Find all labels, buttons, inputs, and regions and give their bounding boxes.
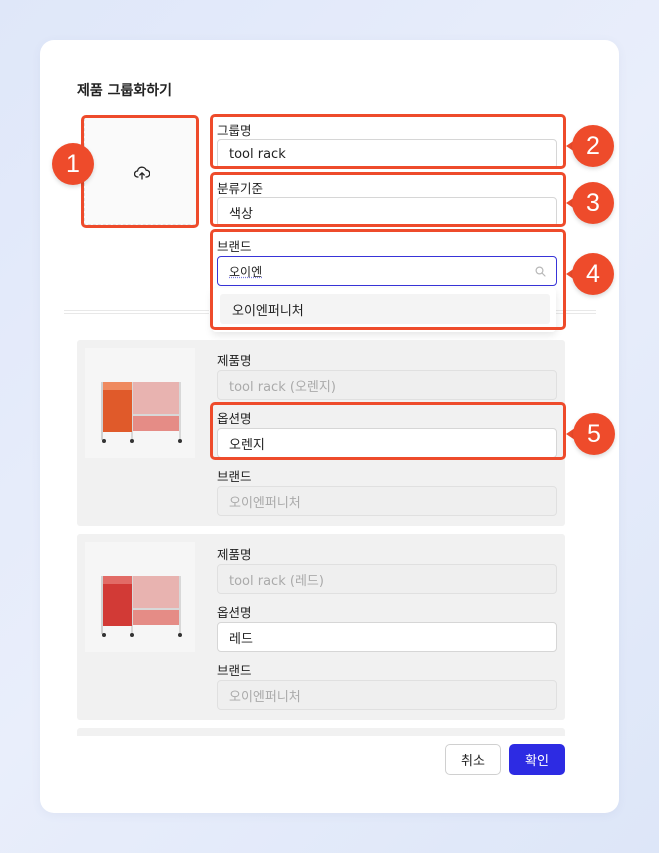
brand-label: 브랜드 — [217, 663, 252, 678]
search-icon — [535, 266, 546, 277]
group-name-input[interactable]: tool rack — [217, 139, 557, 169]
option-name-input[interactable]: 레드 — [217, 622, 557, 652]
divider — [556, 310, 596, 314]
image-upload-area[interactable] — [84, 116, 197, 225]
brand-value: 오이엔퍼니처 — [229, 689, 301, 705]
brand-suggestion-dropdown: 오이엔퍼니처 — [212, 288, 556, 332]
product-image — [85, 348, 195, 458]
cancel-button[interactable]: 취소 — [445, 744, 501, 775]
callout-badge-3: 3 — [572, 182, 614, 224]
callout-badge-1: 1 — [52, 143, 94, 185]
product-name-label: 제품명 — [217, 547, 252, 562]
cloud-upload-icon — [134, 166, 150, 180]
brand-field: 오이엔퍼니처 — [217, 680, 557, 710]
brand-field: 오이엔퍼니처 — [217, 486, 557, 516]
dialog-title: 제품 그룹화하기 — [77, 83, 173, 99]
category-select[interactable]: 색상 — [217, 197, 557, 227]
product-name-field: tool rack (오렌지) — [217, 370, 557, 400]
brand-suggestion-item[interactable]: 오이엔퍼니처 — [220, 294, 550, 324]
divider — [64, 310, 209, 314]
group-name-label: 그룹명 — [217, 123, 252, 138]
product-card: 제품명 tool rack (오렌지) 옵션명 오렌지 브랜드 오이엔퍼니처 — [77, 340, 565, 526]
tool-rack-image — [101, 382, 182, 443]
confirm-button[interactable]: 확인 — [509, 744, 565, 775]
option-name-label: 옵션명 — [217, 605, 252, 620]
product-card: 제품명 tool rack (레드) 옵션명 레드 브랜드 오이엔퍼니처 — [77, 534, 565, 720]
product-name-field: tool rack (레드) — [217, 564, 557, 594]
brand-value: 오이엔퍼니처 — [229, 495, 301, 511]
product-image — [85, 542, 195, 652]
tool-rack-image — [101, 576, 182, 637]
option-name-label: 옵션명 — [217, 411, 252, 426]
callout-badge-2: 2 — [572, 125, 614, 167]
product-card-partial — [77, 728, 565, 736]
option-name-value: 오렌지 — [229, 437, 265, 453]
brand-search-value: 오이엔 — [229, 264, 263, 279]
callout-badge-5: 5 — [573, 413, 615, 455]
option-name-value: 레드 — [229, 631, 253, 647]
group-products-dialog: 제품 그룹화하기 그룹명 tool rack 분류기준 색상 브랜드 오이엔 오… — [40, 40, 619, 813]
category-value: 색상 — [229, 206, 253, 222]
product-name-value: tool rack (레드) — [229, 573, 324, 589]
brand-label: 브랜드 — [217, 469, 252, 484]
option-name-input[interactable]: 오렌지 — [217, 428, 557, 458]
product-name-value: tool rack (오렌지) — [229, 379, 336, 395]
callout-badge-4: 4 — [572, 253, 614, 295]
brand-label: 브랜드 — [217, 239, 252, 254]
category-label: 분류기준 — [217, 181, 264, 196]
group-name-value: tool rack — [229, 146, 286, 162]
product-name-label: 제품명 — [217, 353, 252, 368]
brand-search-input[interactable]: 오이엔 — [217, 256, 557, 286]
